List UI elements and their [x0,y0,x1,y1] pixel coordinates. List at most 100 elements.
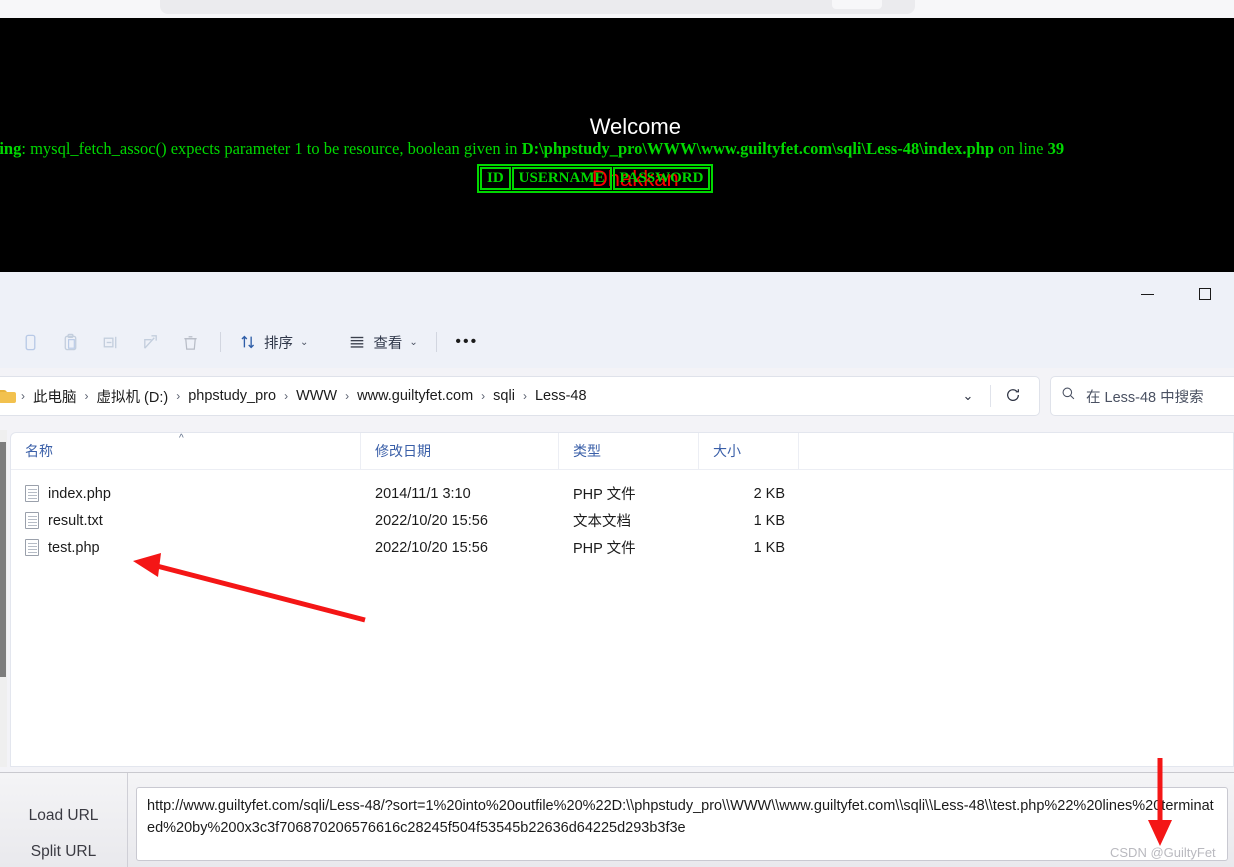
column-header-password: PASSWORD [612,167,711,190]
file-list-column-headers: 名称 ^ 修改日期 类型 大小 [11,432,1233,470]
explorer-address-bar: › 此电脑 › 虚拟机 (D:) › phpstudy_pro › WWW › … [0,368,1234,424]
table-row[interactable]: result.txt 2022/10/20 15:56 文本文档 1 KB [11,507,1233,534]
column-header-id: ID [480,167,511,190]
chevron-down-icon: ⌄ [409,336,418,348]
rename-icon [101,333,120,352]
address-bar-controls: ⌄ [950,380,1031,412]
column-header-date[interactable]: 修改日期 [361,432,559,470]
breadcrumb-separator: › [481,389,486,403]
breadcrumb-separator: › [84,389,89,403]
breadcrumb-item-3[interactable]: WWW [290,384,343,408]
view-button[interactable]: 查看 ⌄ [340,324,425,360]
warning-line-number: 39 [1047,139,1065,158]
paste-button[interactable] [50,324,90,360]
column-header-type[interactable]: 类型 [559,432,699,470]
table-row[interactable]: index.php 2014/11/1 3:10 PHP 文件 2 KB [11,480,1233,507]
welcome-label: Welcome [589,114,681,139]
breadcrumb-bar[interactable]: › 此电脑 › 虚拟机 (D:) › phpstudy_pro › WWW › … [0,376,1040,416]
sort-ascending-icon: ^ [179,432,184,444]
rename-button[interactable] [90,324,130,360]
sort-button[interactable]: 排序 ⌄ [231,324,316,360]
table-row: ID USERNAME PASSWORD [480,167,711,190]
sqli-result-table: ID USERNAME PASSWORD [477,164,714,193]
chevron-down-icon: ⌄ [962,388,974,403]
search-box[interactable]: 在 Less-48 中搜索 [1050,376,1234,416]
trash-icon [181,333,200,352]
browser-page-content: Welcome Dhakkan Warning: mysql_fetch_ass… [0,18,1234,272]
file-list: 名称 ^ 修改日期 类型 大小 index.php 2014/11/1 3:10… [10,432,1234,767]
breadcrumb-item-5[interactable]: sqli [487,384,521,408]
minimize-icon [1140,293,1154,295]
file-name-cell: result.txt [11,512,361,529]
breadcrumb-separator: › [522,389,527,403]
file-name-cell: test.php [11,539,361,556]
refresh-icon [1005,387,1021,406]
hackbar-panel: Load URL Split URL http://www.guiltyfet.… [0,772,1234,867]
search-icon [1061,386,1076,406]
file-date: 2022/10/20 15:56 [375,539,488,556]
paste-icon [61,333,80,352]
warning-body: : mysql_fetch_assoc() expects parameter … [21,139,522,158]
watermark: CSDN @GuiltyFet [1110,845,1216,860]
warning-prefix: Warning [0,139,22,158]
explorer-left-scrollbar[interactable] [0,442,6,677]
maximize-button[interactable] [1182,272,1228,316]
warning-file-path: D:\phpstudy_pro\WWW\www.guiltyfet.com\sq… [521,139,995,158]
toolbar-divider-2 [435,332,437,352]
file-size: 2 KB [753,485,785,502]
toolbar-divider-1 [220,332,221,352]
view-icon [348,333,366,351]
file-name: result.txt [48,512,103,529]
share-icon [141,333,160,352]
breadcrumb-separator: › [21,389,25,403]
copy-button[interactable] [10,324,50,360]
explorer-titlebar [0,272,1234,316]
split-url-button[interactable]: Split URL [31,843,96,861]
search-input[interactable]: 在 Less-48 中搜索 [1086,386,1204,407]
browser-tab-strip[interactable] [160,0,915,14]
php-warning-message: Warning: mysql_fetch_assoc() expects par… [0,139,1234,159]
file-icon [25,539,39,556]
file-explorer-window: 排序 ⌄ 查看 ⌄ ••• › 此电脑 › 虚拟机 (D:) › phpstud… [0,272,1234,772]
load-url-button[interactable]: Load URL [29,807,99,825]
sort-icon [239,333,257,351]
file-date: 2022/10/20 15:56 [375,512,488,529]
file-icon [25,512,39,529]
url-input[interactable]: http://www.guiltyfet.com/sqli/Less-48/?s… [136,787,1228,861]
file-name: test.php [48,539,100,556]
breadcrumb-separator: › [345,389,350,403]
breadcrumb-separator: › [284,389,289,403]
chevron-down-icon: ⌄ [300,336,309,348]
file-type: PHP 文件 [573,487,636,503]
ellipsis-icon: ••• [455,333,479,350]
explorer-toolbar: 排序 ⌄ 查看 ⌄ ••• [0,316,1234,368]
breadcrumb-item-1[interactable]: 虚拟机 (D:) [91,382,175,411]
delete-button[interactable] [170,324,210,360]
column-header-name[interactable]: 名称 ^ [11,432,361,470]
breadcrumb-item-6[interactable]: Less-48 [529,384,593,408]
file-name-cell: index.php [11,485,361,502]
browser-tab-button[interactable] [832,0,882,9]
view-label: 查看 [373,335,403,352]
hackbar-label-column: Load URL Split URL [0,773,128,867]
file-type: 文本文档 [573,514,631,530]
breadcrumb-item-2[interactable]: phpstudy_pro [182,384,282,408]
share-button[interactable] [130,324,170,360]
refresh-button[interactable] [995,380,1031,412]
breadcrumb-item-0[interactable]: 此电脑 [27,382,83,411]
address-history-dropdown-button[interactable]: ⌄ [950,380,986,412]
address-divider [990,385,991,407]
folder-icon [0,389,17,404]
file-size: 1 KB [753,539,785,556]
table-row[interactable]: test.php 2022/10/20 15:56 PHP 文件 1 KB [11,534,1233,561]
file-icon [25,485,39,502]
more-options-button[interactable]: ••• [447,324,487,360]
column-header-size[interactable]: 大小 [699,432,799,470]
warning-suffix: on line [994,139,1048,158]
file-type: PHP 文件 [573,541,636,557]
breadcrumb-item-4[interactable]: www.guiltyfet.com [351,384,479,408]
file-name: index.php [48,485,111,502]
minimize-button[interactable] [1124,272,1170,316]
sort-label: 排序 [264,335,293,352]
file-date: 2014/11/1 3:10 [375,485,471,502]
